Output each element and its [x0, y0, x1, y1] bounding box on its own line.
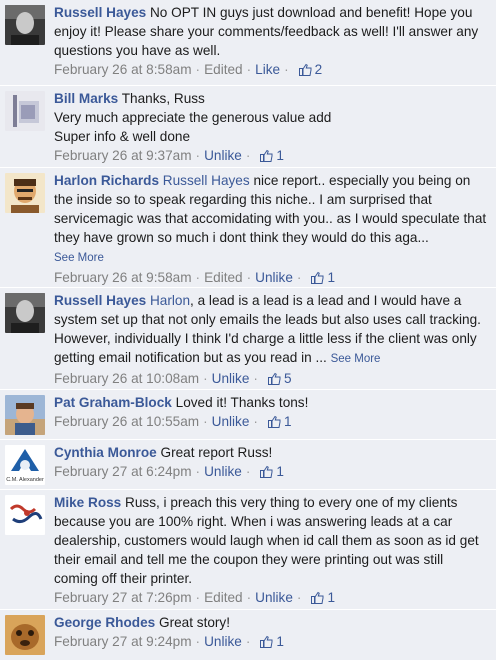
thumbs-up-icon[interactable]: [311, 590, 324, 609]
separator: ·: [245, 464, 251, 479]
author-name[interactable]: Russell Hayes: [54, 293, 146, 308]
author-name[interactable]: Pat Graham-Block: [54, 395, 172, 410]
comment: Mike Ross Russ, i preach this very thing…: [0, 490, 496, 610]
thumbs-up-icon[interactable]: [267, 414, 281, 433]
timestamp[interactable]: February 27 at 9:24pm: [54, 634, 192, 649]
separator: ·: [203, 414, 208, 429]
comment-meta: February 27 at 7:26pm · Edited · Unlike · 1: [54, 588, 490, 609]
author-name[interactable]: Harlon Richards: [54, 173, 159, 188]
separator: ·: [195, 270, 201, 285]
separator: ·: [245, 634, 251, 649]
see-more-link[interactable]: See More: [331, 353, 381, 365]
avatar[interactable]: [5, 395, 45, 435]
thumbs-up-icon[interactable]: [311, 270, 324, 289]
mention-link[interactable]: Harlon: [150, 293, 190, 308]
edited-label[interactable]: Edited: [204, 62, 243, 77]
avatar[interactable]: [5, 293, 45, 333]
separator: ·: [195, 148, 201, 163]
like-count[interactable]: 5: [284, 371, 292, 386]
separator: ·: [284, 62, 289, 77]
like-count[interactable]: 1: [327, 270, 335, 285]
avatar[interactable]: [5, 173, 45, 213]
separator: ·: [203, 371, 208, 386]
separator: ·: [296, 270, 302, 285]
separator: ·: [245, 148, 251, 163]
separator: ·: [253, 414, 258, 429]
like-count[interactable]: 1: [276, 464, 284, 479]
unlike-button[interactable]: Unlike: [212, 414, 250, 429]
separator: ·: [253, 371, 258, 386]
avatar[interactable]: C.M. Alexander: [5, 445, 45, 485]
separator: ·: [246, 590, 252, 605]
separator: ·: [195, 464, 201, 479]
timestamp[interactable]: February 26 at 10:55am: [54, 414, 199, 429]
comment-meta: February 27 at 6:24pm · Unlike · 1: [54, 462, 490, 483]
unlike-button[interactable]: Unlike: [204, 634, 242, 649]
unlike-button[interactable]: Unlike: [204, 464, 242, 479]
thumbs-up-icon[interactable]: [260, 634, 273, 653]
comment-meta: February 27 at 9:24pm · Unlike · 1: [54, 632, 490, 653]
thumbs-up-icon[interactable]: [298, 62, 312, 81]
timestamp[interactable]: February 27 at 7:26pm: [54, 590, 192, 605]
timestamp[interactable]: February 26 at 9:37am: [54, 148, 192, 163]
author-name[interactable]: George Rhodes: [54, 615, 155, 630]
comment-text: Loved it! Thanks tons!: [175, 395, 309, 410]
like-count[interactable]: 2: [315, 62, 323, 77]
timestamp[interactable]: February 26 at 9:58am: [54, 270, 192, 285]
author-name[interactable]: Cynthia Monroe: [54, 445, 157, 460]
timestamp[interactable]: February 27 at 6:24pm: [54, 464, 192, 479]
like-count[interactable]: 1: [284, 414, 292, 429]
comment-thread: Russell Hayes No OPT IN guys just downlo…: [0, 0, 496, 660]
comment: George Rhodes Great story! February 27 a…: [0, 610, 496, 660]
thumbs-up-icon[interactable]: [267, 371, 281, 390]
avatar[interactable]: [5, 5, 45, 45]
thumbs-up-icon[interactable]: [260, 464, 273, 483]
unlike-button[interactable]: Unlike: [255, 590, 293, 605]
comment-meta: February 26 at 10:55am · Unlike · 1: [54, 412, 490, 433]
like-count[interactable]: 1: [276, 634, 284, 649]
author-name[interactable]: Mike Ross: [54, 495, 121, 510]
separator: ·: [195, 590, 201, 605]
comment-text: Great report Russ!: [160, 445, 273, 460]
timestamp[interactable]: February 26 at 10:08am: [54, 371, 199, 386]
thumbs-up-icon[interactable]: [260, 148, 273, 167]
like-count[interactable]: 1: [276, 148, 284, 163]
unlike-button[interactable]: Unlike: [212, 371, 250, 386]
comment-meta: February 26 at 10:08am · Unlike · 5: [54, 369, 490, 390]
edited-label[interactable]: Edited: [204, 590, 243, 605]
separator: ·: [246, 270, 252, 285]
edited-label[interactable]: Edited: [204, 270, 243, 285]
avatar-caption: C.M. Alexander: [6, 477, 44, 483]
comment-meta: February 26 at 9:58am · Edited · Unlike · 1: [54, 268, 490, 289]
comment-meta: February 26 at 8:58am · Edited · Like · 2: [54, 60, 490, 81]
avatar[interactable]: [5, 91, 45, 131]
see-more-link[interactable]: See More: [54, 252, 104, 264]
unlike-button[interactable]: Unlike: [255, 270, 293, 285]
separator: ·: [195, 634, 201, 649]
unlike-button[interactable]: Unlike: [204, 148, 242, 163]
comment: Russell Hayes No OPT IN guys just downlo…: [0, 0, 496, 86]
avatar[interactable]: [5, 615, 45, 655]
comment-meta: February 26 at 9:37am · Unlike · 1: [54, 146, 490, 167]
separator: ·: [296, 590, 302, 605]
separator: ·: [246, 62, 252, 77]
comment: Russell Hayes Harlon, a lead is a lead i…: [0, 288, 496, 390]
author-name[interactable]: Russell Hayes: [54, 5, 146, 20]
avatar[interactable]: [5, 495, 45, 535]
comment: Pat Graham-Block Loved it! Thanks tons! …: [0, 390, 496, 440]
author-name[interactable]: Bill Marks: [54, 91, 118, 106]
mention-link[interactable]: Russell Hayes: [163, 173, 250, 188]
like-button[interactable]: Like: [255, 62, 280, 77]
comment: Harlon Richards Russell Hayes nice repor…: [0, 168, 496, 288]
comment: C.M. Alexander Cynthia Monroe Great repo…: [0, 440, 496, 490]
separator: ·: [195, 62, 201, 77]
timestamp[interactable]: February 26 at 8:58am: [54, 62, 192, 77]
comment: Bill Marks Thanks, Russ Very much apprec…: [0, 86, 496, 168]
like-count[interactable]: 1: [327, 590, 335, 605]
comment-text: Great story!: [159, 615, 231, 630]
